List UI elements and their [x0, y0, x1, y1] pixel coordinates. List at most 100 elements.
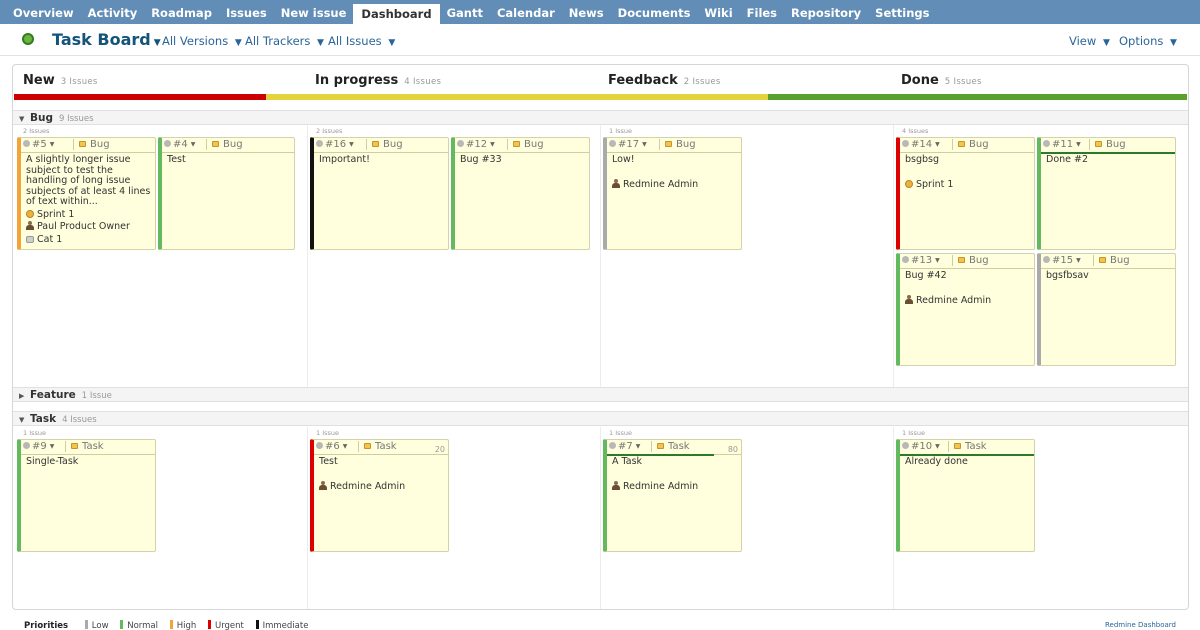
issue-card[interactable]: #16 ▼ Bug Important!: [310, 137, 449, 250]
issue-subject[interactable]: bgsfbsav: [1041, 269, 1175, 282]
issue-id-menu[interactable]: #7 ▼: [609, 441, 640, 452]
assignee-name: Redmine Admin: [623, 480, 699, 492]
tab-new-issue[interactable]: New issue: [274, 0, 354, 24]
issue-id-menu[interactable]: #9 ▼: [23, 441, 54, 452]
issue-id-menu[interactable]: #16 ▼: [316, 139, 354, 150]
issue-assignee: Redmine Admin: [314, 480, 448, 493]
card-header: #14 ▼ Bug: [900, 138, 1034, 153]
options-dropdown[interactable]: Options ▼: [1119, 34, 1177, 48]
cell-issue-count: 2 Issues: [23, 127, 50, 135]
issue-subject[interactable]: Low!: [607, 153, 741, 166]
tab-roadmap[interactable]: Roadmap: [144, 0, 219, 24]
issue-id-menu[interactable]: #11 ▼: [1043, 139, 1081, 150]
issue-subject[interactable]: Bug #42: [900, 269, 1034, 282]
issue-card[interactable]: #7 ▼ Task 80 A Task Redmine Admin: [603, 439, 742, 552]
tracker-label: Bug: [1089, 139, 1126, 150]
issue-card[interactable]: #4 ▼ Bug Test: [158, 137, 295, 250]
issue-id: #10: [911, 441, 933, 452]
issue-card[interactable]: #11 ▼ Bug Done #2: [1037, 137, 1176, 250]
issue-subject[interactable]: A slightly longer issue subject to test …: [21, 153, 155, 208]
issue-card[interactable]: #9 ▼ Task Single-Task: [17, 439, 156, 552]
tab-settings[interactable]: Settings: [868, 0, 936, 24]
issue-id-menu[interactable]: #4 ▼: [164, 139, 195, 150]
tab-issues[interactable]: Issues: [219, 0, 274, 24]
versions-dropdown[interactable]: All Versions ▼: [162, 34, 242, 48]
issue-id-menu[interactable]: #14 ▼: [902, 139, 940, 150]
issue-card[interactable]: #15 ▼ Bug bgsfbsav: [1037, 253, 1176, 366]
issue-subject[interactable]: Bug #33: [455, 153, 589, 166]
issue-subject[interactable]: Important!: [314, 153, 448, 166]
chevron-down-icon: ▼: [642, 141, 647, 148]
user-icon: [26, 221, 34, 230]
trackers-dropdown[interactable]: All Trackers ▼: [245, 34, 324, 48]
issue-id-menu[interactable]: #12 ▼: [457, 139, 495, 150]
issues-dropdown[interactable]: All Issues ▼: [328, 34, 395, 48]
chevron-down-icon: ▼: [153, 38, 161, 48]
tab-repository[interactable]: Repository: [784, 0, 868, 24]
issue-subject[interactable]: Done #2: [1041, 153, 1175, 166]
tracker-label: Bug: [366, 139, 403, 150]
column-title: In progress: [315, 73, 399, 88]
estimated-hours: 20: [434, 445, 445, 454]
main-menu: Overview Activity Roadmap Issues New iss…: [0, 0, 1200, 24]
tab-activity[interactable]: Activity: [81, 0, 145, 24]
issue-subject[interactable]: Already done: [900, 455, 1034, 468]
issue-id-menu[interactable]: #15 ▼: [1043, 255, 1081, 266]
tracker-name: Task: [375, 441, 397, 452]
issue-id-menu[interactable]: #6 ▼: [316, 441, 347, 452]
user-icon: [319, 480, 327, 490]
swimlane-task[interactable]: ▼ Task 4 Issues: [13, 411, 1188, 426]
tracker-name: Bug: [969, 139, 989, 150]
tab-dashboard[interactable]: Dashboard: [353, 4, 440, 24]
issue-subject[interactable]: Single-Task: [21, 455, 155, 468]
tab-gantt[interactable]: Gantt: [440, 0, 490, 24]
tab-wiki[interactable]: Wiki: [697, 0, 739, 24]
status-bar-in-progress: [266, 94, 768, 100]
tab-news[interactable]: News: [562, 0, 611, 24]
legend-item-normal: Normal: [120, 620, 158, 630]
tab-overview[interactable]: Overview: [6, 0, 81, 24]
tracker-name: Task: [82, 441, 104, 452]
card-header: #13 ▼ Bug: [900, 254, 1034, 269]
issue-id: #16: [325, 139, 347, 150]
tracker-icon: [954, 443, 961, 449]
sprint-name: Sprint 1: [37, 208, 75, 220]
tracker-icon: [513, 141, 520, 147]
gear-icon: [609, 140, 616, 147]
issue-id: #14: [911, 139, 933, 150]
tab-documents[interactable]: Documents: [611, 0, 698, 24]
tab-files[interactable]: Files: [740, 0, 784, 24]
issue-subject[interactable]: Test: [162, 153, 294, 166]
issue-card[interactable]: #10 ▼ Task Already done: [896, 439, 1035, 552]
board-title-menu[interactable]: Task Board ▼: [52, 30, 161, 49]
issue-card[interactable]: #17 ▼ Bug Low! Redmine Admin: [603, 137, 742, 250]
swimlane-bug[interactable]: ▼ Bug 9 Issues: [13, 110, 1188, 125]
issue-subject[interactable]: A Task: [607, 455, 741, 468]
gear-icon: [609, 442, 616, 449]
issue-id-menu[interactable]: #13 ▼: [902, 255, 940, 266]
tab-calendar[interactable]: Calendar: [490, 0, 562, 24]
issue-card[interactable]: #12 ▼ Bug Bug #33: [451, 137, 590, 250]
issue-id-menu[interactable]: #10 ▼: [902, 441, 940, 452]
issue-id-menu[interactable]: #17 ▼: [609, 139, 647, 150]
issue-card[interactable]: #13 ▼ Bug Bug #42 Redmine Admin: [896, 253, 1035, 366]
chevron-down-icon: ▼: [635, 443, 641, 450]
dashboard-logo-icon: [22, 33, 34, 45]
cell-issue-count: 2 Issues: [316, 127, 343, 135]
issue-card[interactable]: #6 ▼ Task 20 Test Redmine Admin: [310, 439, 449, 552]
issue-card[interactable]: #14 ▼ Bug bsgbsg Sprint 1: [896, 137, 1035, 250]
chevron-down-icon: ▼: [490, 141, 495, 148]
issue-subject[interactable]: bsgbsg: [900, 153, 1034, 166]
issue-assignee: Redmine Admin: [607, 480, 741, 493]
expand-icon: ▶: [19, 392, 25, 400]
redmine-dashboard-link[interactable]: Redmine Dashboard: [1105, 621, 1176, 629]
issue-id-menu[interactable]: #5 ▼: [23, 139, 54, 150]
tracker-icon: [1099, 257, 1106, 263]
swimlane-feature[interactable]: ▶ Feature 1 Issue: [13, 387, 1188, 402]
issue-subject[interactable]: Test: [314, 455, 448, 468]
issue-assignee: Redmine Admin: [607, 178, 741, 191]
issue-id: #5: [32, 139, 47, 150]
view-dropdown[interactable]: View ▼: [1069, 34, 1110, 48]
issue-card[interactable]: #5 ▼ Bug A slightly longer issue subject …: [17, 137, 156, 250]
tracker-name: Bug: [383, 139, 403, 150]
